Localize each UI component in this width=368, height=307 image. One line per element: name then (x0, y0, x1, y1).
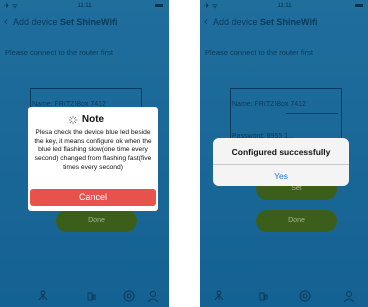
note-title: Note (81, 114, 105, 125)
cancel-button[interactable]: Cancel (30, 189, 156, 206)
success-dialog: Configured successfully Yes (213, 138, 349, 186)
note-dialog: Note Plesa check the device blue led bes… (28, 107, 158, 211)
yes-button[interactable]: Yes (213, 171, 349, 181)
success-message: Configured successfully (231, 147, 331, 157)
phone-screen-left: ✈ ᯤ 11:11 ‹ Add device Set ShineWifi Ple… (0, 0, 169, 307)
dialog-divider (213, 164, 349, 165)
note-message: Plesa check the device blue led beside t… (34, 129, 152, 171)
phone-screen-right: ✈ ᯤ 11:11 ‹ Add device Set ShineWifi Ple… (200, 0, 368, 307)
